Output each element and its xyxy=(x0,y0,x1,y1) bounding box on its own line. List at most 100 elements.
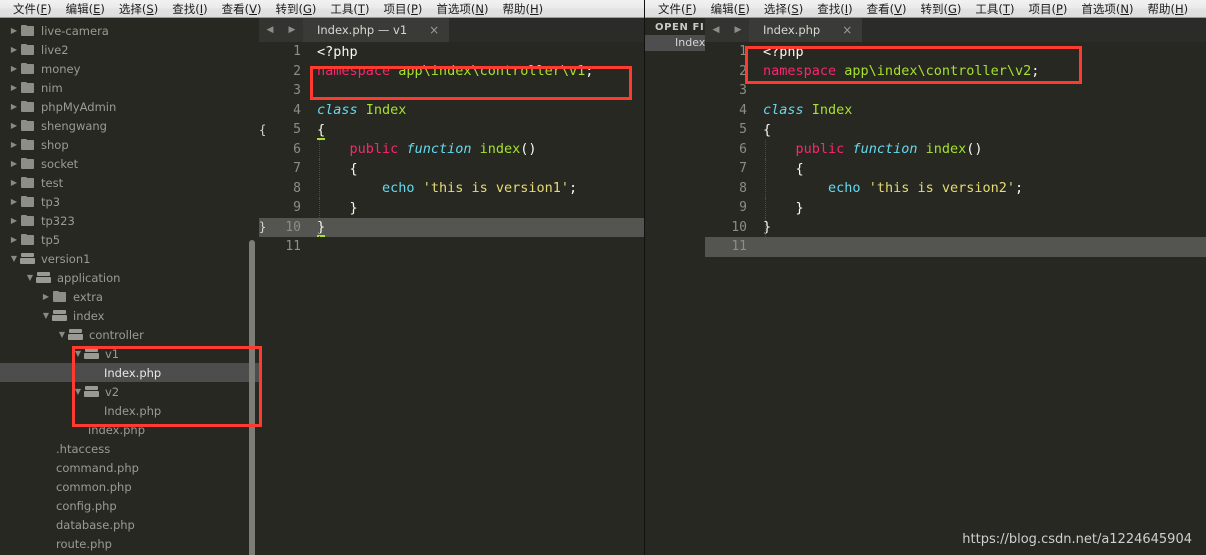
menu-item-5[interactable]: 查看(V) xyxy=(860,1,914,17)
tree-folder-row[interactable]: ▼ index xyxy=(0,306,259,325)
code-line[interactable]: 2 namespace app\index\controller\v2; xyxy=(705,62,1206,82)
tab-nav-buttons-right[interactable]: ◀ ▶ xyxy=(705,18,749,42)
menu-item-2[interactable]: 编辑(E) xyxy=(704,1,757,17)
tree-folder-row[interactable]: ▼ v2 xyxy=(0,382,259,401)
nav-next-icon[interactable]: ▶ xyxy=(289,25,296,35)
tree-folder-row[interactable]: ▶ socket xyxy=(0,154,259,173)
nav-next-icon[interactable]: ▶ xyxy=(735,25,742,35)
chevron-right-icon[interactable]: ▶ xyxy=(40,292,52,301)
menu-item-4[interactable]: 查找(I) xyxy=(165,1,214,17)
chevron-right-icon[interactable]: ▶ xyxy=(8,83,20,92)
chevron-right-icon[interactable]: ▶ xyxy=(8,216,20,225)
code-line[interactable]: 8 echo 'this is version1'; xyxy=(259,178,645,198)
menu-item-3[interactable]: 选择(S) xyxy=(112,1,165,17)
tree-folder-row[interactable]: ▶ nim xyxy=(0,78,259,97)
tree-folder-row[interactable]: ▼ version1 xyxy=(0,249,259,268)
code-line[interactable]: 9 } xyxy=(259,198,645,218)
tree-folder-row[interactable]: ▶ test xyxy=(0,173,259,192)
chevron-right-icon[interactable]: ▶ xyxy=(8,64,20,73)
code-line[interactable]: 4 class Index xyxy=(705,101,1206,121)
chevron-down-icon[interactable]: ▼ xyxy=(56,330,68,339)
code-line[interactable]: 4 class Index xyxy=(259,101,645,121)
chevron-right-icon[interactable]: ▶ xyxy=(8,178,20,187)
code-line[interactable]: 3 xyxy=(705,81,1206,101)
open-files-item[interactable]: Index xyxy=(645,35,705,51)
tree-folder-row[interactable]: ▶ live2 xyxy=(0,40,259,59)
code-line[interactable]: 7 { xyxy=(259,159,645,179)
code-line[interactable]: 5{ xyxy=(705,120,1206,140)
tree-file-row[interactable]: command.php xyxy=(0,458,259,477)
tree-folder-row[interactable]: ▶ tp3 xyxy=(0,192,259,211)
menu-item-10[interactable]: 帮助(H) xyxy=(1141,1,1196,17)
chevron-down-icon[interactable]: ▼ xyxy=(40,311,52,320)
code-content-left[interactable]: 1 <?php 2 namespace app\index\controller\v1… xyxy=(259,42,645,555)
menu-item-5[interactable]: 查看(V) xyxy=(215,1,269,17)
code-line[interactable]: 6 public function index() xyxy=(705,139,1206,159)
tree-folder-row[interactable]: ▶ tp323 xyxy=(0,211,259,230)
code-line[interactable]: {5 { xyxy=(259,120,645,140)
code-line[interactable]: 8 echo 'this is version2'; xyxy=(705,178,1206,198)
tab-index-php[interactable]: Index.php × xyxy=(749,18,863,42)
close-icon[interactable]: × xyxy=(429,23,439,37)
open-files-sidebar[interactable]: OPEN FI Index xyxy=(645,18,705,555)
code-line[interactable]: 10} xyxy=(705,217,1206,237)
menu-item-6[interactable]: 转到(G) xyxy=(269,1,324,17)
menu-item-8[interactable]: 项目(P) xyxy=(1021,1,1074,17)
menu-item-7[interactable]: 工具(T) xyxy=(968,1,1021,17)
file-tree-sidebar[interactable]: ▶ live-camera ▶ live2 ▶ money ▶ nim ▶ phpMyAdmin ▶… xyxy=(0,18,259,555)
chevron-right-icon[interactable]: ▶ xyxy=(8,197,20,206)
tree-folder-row[interactable]: ▶ tp5 xyxy=(0,230,259,249)
tab-index-php-v1[interactable]: Index.php — v1 × xyxy=(303,18,450,42)
nav-prev-icon[interactable]: ◀ xyxy=(713,25,720,35)
menu-item-9[interactable]: 首选项(N) xyxy=(1074,1,1140,17)
chevron-right-icon[interactable]: ▶ xyxy=(8,140,20,149)
code-line[interactable]: 3 xyxy=(259,81,645,101)
chevron-down-icon[interactable]: ▼ xyxy=(72,387,84,396)
chevron-down-icon[interactable]: ▼ xyxy=(72,349,84,358)
chevron-right-icon[interactable]: ▶ xyxy=(8,26,20,35)
menu-item-10[interactable]: 帮助(H) xyxy=(496,1,551,17)
menu-item-7[interactable]: 工具(T) xyxy=(323,1,376,17)
chevron-right-icon[interactable]: ▶ xyxy=(8,159,20,168)
close-icon[interactable]: × xyxy=(842,23,852,37)
tree-folder-row[interactable]: ▼ v1 xyxy=(0,344,259,363)
menu-item-3[interactable]: 选择(S) xyxy=(757,1,810,17)
menu-item-6[interactable]: 转到(G) xyxy=(914,1,969,17)
menu-item-1[interactable]: 文件(F) xyxy=(6,1,59,17)
code-line[interactable]: } 10} xyxy=(259,217,645,238)
tree-folder-row[interactable]: ▶ shengwang xyxy=(0,116,259,135)
code-line[interactable]: 6 public function index() xyxy=(259,139,645,159)
code-line[interactable]: 7 { xyxy=(705,159,1206,179)
tree-file-row[interactable]: config.php xyxy=(0,496,259,515)
tree-file-row[interactable]: Index.php xyxy=(0,363,259,382)
menu-item-1[interactable]: 文件(F) xyxy=(651,1,704,17)
menu-item-2[interactable]: 编辑(E) xyxy=(59,1,112,17)
tree-folder-row[interactable]: ▶ live-camera xyxy=(0,21,259,40)
tree-file-row[interactable]: Index.php xyxy=(0,401,259,420)
tree-file-row[interactable]: index.php xyxy=(0,420,259,439)
tree-file-row[interactable]: database.php xyxy=(0,515,259,534)
chevron-right-icon[interactable]: ▶ xyxy=(8,102,20,111)
code-line[interactable]: 1 <?php xyxy=(705,42,1206,62)
code-line[interactable]: 1 <?php xyxy=(259,42,645,62)
tree-file-row[interactable]: route.php xyxy=(0,534,259,553)
tree-folder-row[interactable]: ▶ extra xyxy=(0,287,259,306)
menu-item-4[interactable]: 查找(I) xyxy=(810,1,859,17)
chevron-right-icon[interactable]: ▶ xyxy=(8,235,20,244)
nav-prev-icon[interactable]: ◀ xyxy=(267,25,274,35)
tree-folder-row[interactable]: ▼ application xyxy=(0,268,259,287)
tree-folder-row[interactable]: ▶ phpMyAdmin xyxy=(0,97,259,116)
code-line[interactable]: 2 namespace app\index\controller\v1; xyxy=(259,62,645,82)
file-tree[interactable]: ▶ live-camera ▶ live2 ▶ money ▶ nim ▶ phpMyAdmin ▶… xyxy=(0,18,259,553)
chevron-right-icon[interactable]: ▶ xyxy=(8,45,20,54)
tree-file-row[interactable]: .htaccess xyxy=(0,439,259,458)
sidebar-scrollbar[interactable] xyxy=(249,240,255,555)
code-line[interactable]: 9 } xyxy=(705,198,1206,218)
menu-item-8[interactable]: 项目(P) xyxy=(376,1,429,17)
tree-folder-row[interactable]: ▼ controller xyxy=(0,325,259,344)
code-line[interactable]: 11 xyxy=(705,237,1206,257)
chevron-right-icon[interactable]: ▶ xyxy=(8,121,20,130)
chevron-down-icon[interactable]: ▼ xyxy=(24,273,36,282)
code-content-right[interactable]: 1 <?php 2 namespace app\index\controller\v2… xyxy=(705,42,1206,555)
tree-folder-row[interactable]: ▶ money xyxy=(0,59,259,78)
